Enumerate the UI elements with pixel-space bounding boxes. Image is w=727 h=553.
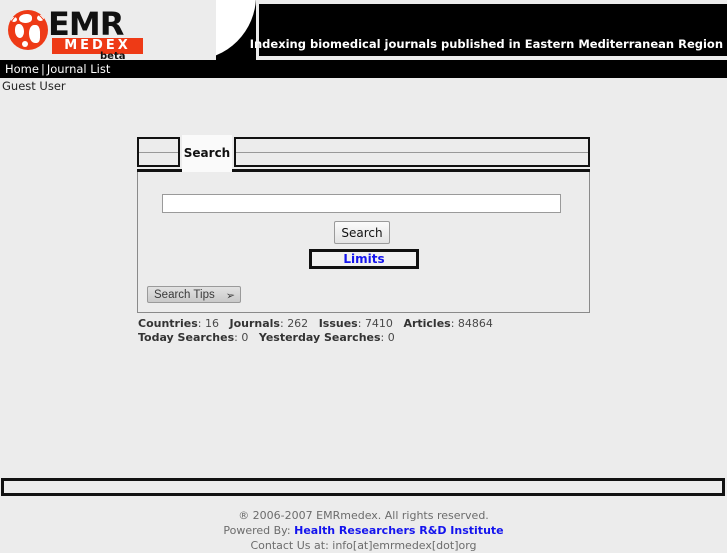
search-tips-label: Search Tips	[154, 289, 215, 301]
tab-blank-right[interactable]	[234, 137, 590, 167]
stat-label-articles: Articles	[403, 317, 451, 330]
arrow-down-right-icon: ➢	[224, 289, 236, 303]
logo-text-emr: EMR	[48, 5, 124, 43]
header-curve-decoration	[216, 0, 256, 60]
stat-value-journals: 262	[287, 317, 309, 330]
main-navbar: Home | Journal List	[0, 60, 727, 78]
stat-value-today-searches: 0	[241, 331, 249, 344]
search-panel: Search Limits Search Tips ➢	[137, 172, 590, 313]
stat-label-today-searches: Today Searches	[138, 331, 235, 344]
footer-copyright: ® 2006-2007 EMRmedex. All rights reserve…	[238, 509, 489, 522]
stat-value-issues: 7410	[364, 317, 393, 330]
search-tips-button[interactable]: Search Tips ➢	[147, 286, 241, 303]
footer-powered-by: Powered By: Health Researchers R&D Insti…	[0, 523, 727, 538]
header-logo-area: EMR MEDEX beta	[0, 0, 216, 60]
limits-link[interactable]: Limits	[343, 252, 384, 266]
stat-label-journals: Journals	[229, 317, 280, 330]
site-header: EMR MEDEX beta Indexing biomedical journ…	[0, 0, 727, 60]
logo-text-beta: beta	[100, 51, 126, 60]
main-content: Search Search Limits Search Tips ➢ Count…	[0, 95, 727, 468]
nav-separator: |	[40, 62, 45, 76]
site-logo[interactable]: EMR MEDEX beta	[8, 5, 143, 60]
footer-contact: Contact Us at: info[at]emrmedex[dot]org	[250, 539, 477, 552]
tab-search[interactable]: Search	[182, 135, 232, 172]
stat-label-countries: Countries	[138, 317, 198, 330]
footer-powered-prefix: Powered By:	[223, 524, 291, 537]
stat-value-articles: 84864	[457, 317, 493, 330]
logo-text-medex: MEDEX	[52, 38, 143, 54]
header-tagline: Indexing biomedical journals published i…	[249, 37, 723, 51]
search-tabs: Search	[137, 135, 590, 172]
stat-label-yesterday-searches: Yesterday Searches	[258, 331, 381, 344]
tab-blank-left[interactable]	[137, 137, 180, 167]
user-status-bar: Guest User	[0, 78, 727, 95]
stat-label-issues: Issues	[318, 317, 358, 330]
footer-bar	[1, 478, 725, 496]
footer-powered-link[interactable]: Health Researchers R&D Institute	[294, 524, 504, 537]
header-black-band: Indexing biomedical journals published i…	[250, 4, 727, 56]
nav-item-home[interactable]: Home	[5, 62, 39, 76]
search-input[interactable]	[162, 194, 561, 213]
site-statistics: Countries: 16 Journals: 262 Issues: 7410…	[138, 317, 598, 345]
stat-value-yesterday-searches: 0	[387, 331, 395, 344]
stats-line-1: Countries: 16 Journals: 262 Issues: 7410…	[138, 317, 493, 330]
nav-item-journal-list[interactable]: Journal List	[47, 62, 111, 76]
globe-icon	[8, 10, 48, 50]
search-button[interactable]: Search	[334, 221, 390, 244]
stat-value-countries: 16	[204, 317, 219, 330]
limits-box[interactable]: Limits	[309, 249, 419, 269]
stats-line-2: Today Searches: 0 Yesterday Searches: 0	[138, 331, 395, 344]
footer-text: ® 2006-2007 EMRmedex. All rights reserve…	[0, 508, 727, 553]
